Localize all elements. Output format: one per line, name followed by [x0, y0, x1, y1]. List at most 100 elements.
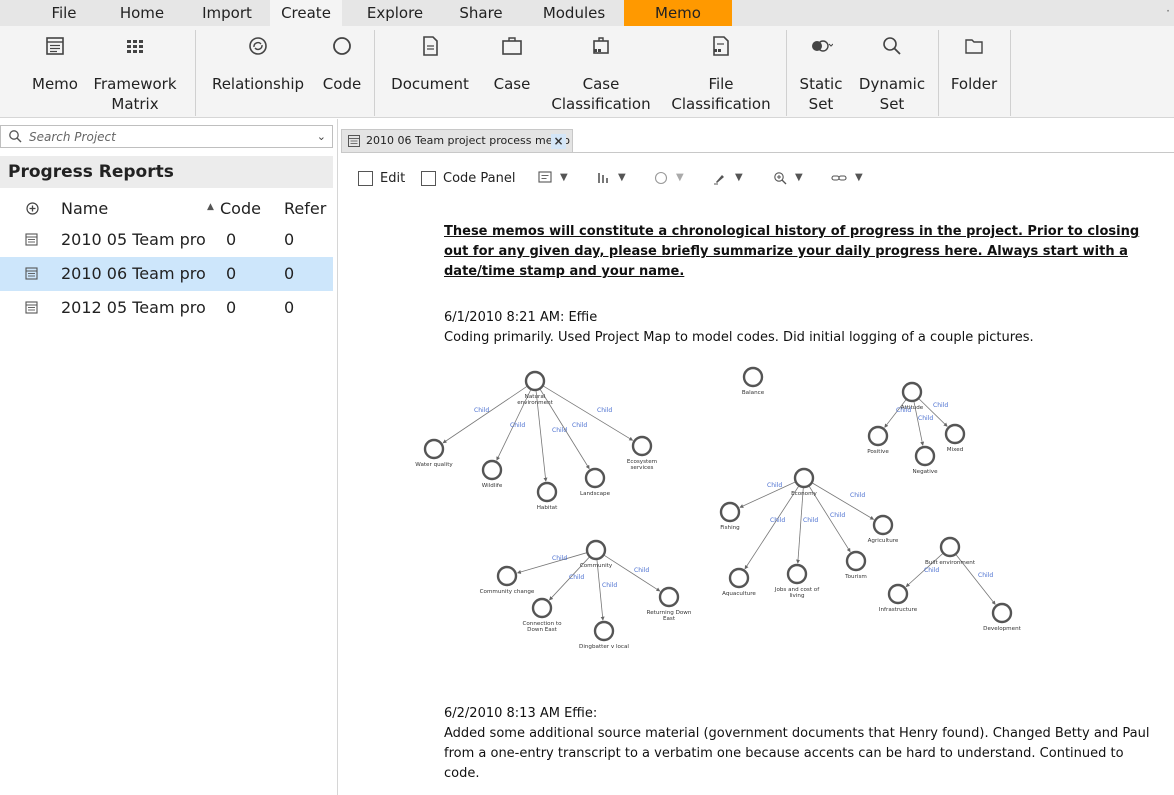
list-item[interactable]: 2010 05 Team pro 0 0 [0, 223, 333, 257]
ribbon-separator [786, 30, 787, 116]
chevron-down-icon: ▼ [735, 172, 743, 183]
map-node-label: Attitude [901, 405, 924, 411]
checkbox-box[interactable] [358, 171, 373, 186]
map-edge-label: Child [552, 555, 567, 562]
map-edge-label: Child [597, 407, 612, 414]
menu-tab-memo[interactable]: Memo [624, 0, 732, 26]
create-memo-button[interactable]: Memo [28, 26, 82, 118]
create-folder-button[interactable]: Folder [944, 26, 1004, 118]
column-code[interactable]: Code [220, 199, 261, 218]
close-icon[interactable]: × [551, 134, 566, 149]
create-document-button[interactable]: Document [382, 26, 478, 118]
menu-tab-explore[interactable]: Explore [360, 0, 430, 26]
create-dynamic-set-button[interactable]: Dynamic Set [852, 26, 932, 118]
ribbon-label: Relationship [211, 75, 305, 93]
add-circle-icon[interactable] [26, 202, 39, 215]
map-node-label: Water quality [415, 462, 453, 468]
item-name: 2010 06 Team pro [61, 264, 206, 283]
map-node-label: Community [580, 563, 613, 569]
create-framework-matrix-button[interactable]: Framework Matrix [88, 26, 182, 118]
map-edge-label: Child [803, 517, 818, 524]
map-node-returning [658, 586, 680, 608]
map-node-label: Development [983, 626, 1021, 632]
menu-tab-modules[interactable]: Modules [528, 0, 620, 26]
list-item[interactable]: 2010 06 Team pro 0 0 [0, 257, 333, 291]
map-node-agriculture [872, 514, 894, 536]
map-edge-label: Child [474, 407, 489, 414]
menu-tab-share[interactable]: Share [450, 0, 512, 26]
coding-stripes-icon [598, 173, 608, 183]
edit-checkbox[interactable]: Edit [358, 171, 418, 187]
map-node-label: East [663, 616, 676, 622]
map-node-jobs [786, 563, 808, 585]
map-edge-label: Child [770, 517, 785, 524]
menu-tab-file[interactable]: File [38, 0, 90, 26]
static-set-icon [812, 40, 833, 52]
map-node-label: Mixed [947, 447, 964, 453]
chevron-down-icon: ▼ [676, 172, 684, 183]
map-edge-label: Child [767, 482, 782, 489]
map-node-label: Fishing [720, 525, 740, 531]
document-tab[interactable]: 2010 06 Team project process memo × [341, 129, 573, 153]
search-box[interactable]: ⌄ [0, 125, 333, 148]
link-button[interactable]: ▼ [831, 170, 865, 190]
map-node-community-change [496, 565, 518, 587]
map-node-water-quality [423, 438, 445, 460]
map-node-infrastructure [887, 583, 909, 605]
zoom-button[interactable]: ▼ [773, 170, 807, 190]
menu-tab-home[interactable]: Home [110, 0, 174, 26]
highlighter-icon [714, 175, 724, 185]
code-panel-checkbox[interactable]: Code Panel [421, 171, 521, 187]
code-selection-button[interactable]: ▼ [654, 170, 688, 190]
ribbon-label: Framework Matrix [93, 75, 177, 113]
create-code-button[interactable]: Code [318, 26, 366, 118]
ribbon-separator [1010, 30, 1011, 116]
map-node-label: Positive [867, 449, 889, 455]
create-file-classification-button[interactable]: File Classification [664, 26, 778, 118]
map-node-label: Dingbatter v local [579, 644, 629, 650]
menu-tab-create[interactable]: Create [270, 0, 342, 26]
map-edge-label: Child [602, 582, 617, 589]
map-node-label: Tourism [844, 574, 867, 580]
create-relationship-button[interactable]: Relationship [202, 26, 314, 118]
create-case-button[interactable]: Case [486, 26, 538, 118]
pane-divider[interactable] [337, 119, 338, 795]
item-code-count: 0 [226, 264, 237, 283]
map-edge-label: Child [850, 492, 865, 499]
code-panel-label: Code Panel [443, 171, 516, 186]
chevron-down-icon: ▼ [855, 172, 863, 183]
map-node-habitat [536, 481, 558, 503]
list-item[interactable]: 2012 05 Team pro 0 0 [0, 291, 333, 325]
project-map-image: Child Child Child Child Child Child Child Child… [415, 366, 1022, 650]
highlight-button[interactable]: ▼ [713, 170, 747, 190]
map-node-built-environment [939, 536, 961, 558]
column-name[interactable]: Name [61, 199, 108, 218]
create-static-set-button[interactable]: Static Set [792, 26, 850, 118]
ribbon-label: Case Classification [551, 75, 651, 113]
zoom-icon [774, 172, 787, 185]
map-edges: Child Child Child Child Child Child Child Child… [442, 385, 996, 621]
menu-bar: File Home Import Create Explore Share Mo… [0, 0, 1174, 26]
map-node-label: Habitat [537, 505, 558, 511]
annotation-button[interactable]: ▼ [538, 170, 572, 190]
map-node-mixed [944, 423, 966, 445]
document-icon [423, 36, 438, 56]
ribbon-separator [938, 30, 939, 116]
map-node-label: Negative [912, 469, 938, 475]
map-node-label: living [789, 593, 805, 599]
column-refer[interactable]: Refer [284, 199, 326, 218]
coding-stripes-button[interactable]: ▼ [596, 170, 630, 190]
menu-tab-import[interactable]: Import [192, 0, 262, 26]
map-node-label: Aquaculture [722, 591, 756, 597]
checkbox-box[interactable] [421, 171, 436, 186]
chevron-down-icon[interactable]: ⌄ [317, 130, 326, 143]
pane-title: Progress Reports [0, 156, 333, 188]
map-node-label: Community change [480, 589, 535, 595]
entry-body: Coding primarily. Used Project Map to mo… [444, 330, 1034, 345]
item-reference-count: 0 [284, 298, 295, 317]
search-input[interactable] [29, 127, 299, 146]
ribbon-label: File Classification [671, 75, 771, 113]
map-node-fishing [719, 501, 741, 523]
create-case-classification-button[interactable]: Case Classification [544, 26, 658, 118]
map-edge-label: Child [830, 512, 845, 519]
